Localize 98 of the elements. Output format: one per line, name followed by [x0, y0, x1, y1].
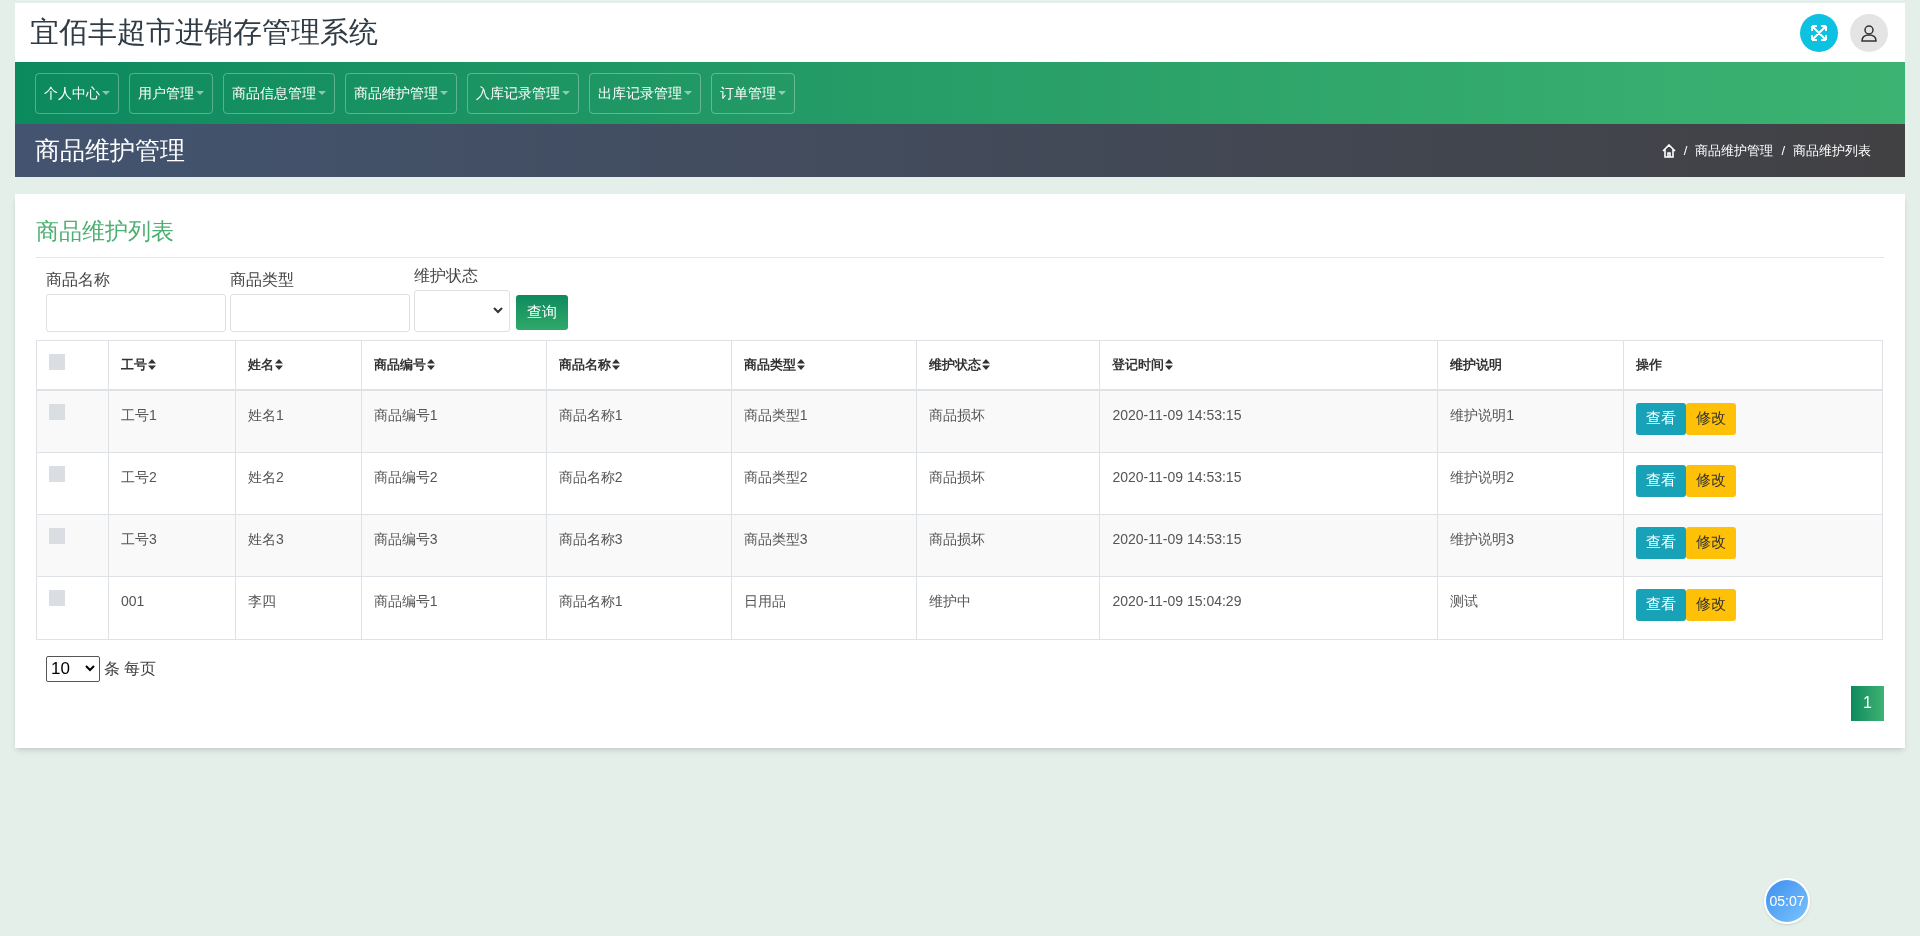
table-cell: 姓名1: [247, 406, 284, 423]
card-title: 商品维护列表: [36, 217, 175, 246]
timer-badge[interactable]: 05:07: [1764, 878, 1810, 924]
table-cell: 2020-11-09 14:53:15: [1112, 406, 1242, 423]
table-cell: 工号2: [120, 468, 157, 485]
breadcrumb-separator: /: [1683, 141, 1688, 160]
caret-icon: [440, 90, 448, 96]
table-cell: 商品名称3: [558, 530, 623, 547]
table-cell: 商品名称1: [558, 592, 623, 609]
caret-icon: [318, 90, 326, 96]
table-cell: 001: [120, 592, 145, 609]
sort-icon[interactable]: [611, 359, 620, 370]
table-cell: 维护说明3: [1450, 530, 1515, 547]
breadcrumb-current: 商品维护列表: [1793, 141, 1871, 160]
table-cell: 2020-11-09 14:53:15: [1112, 468, 1242, 485]
table-cell: 测试: [1450, 592, 1479, 609]
table-cell: 2020-11-09 15:04:29: [1112, 592, 1242, 609]
checkbox[interactable]: [49, 589, 65, 606]
edit-button[interactable]: 修改: [1686, 464, 1737, 497]
table-cell: 商品类型1: [743, 406, 808, 423]
table-cell: 商品类型3: [743, 530, 808, 547]
view-button[interactable]: 查看: [1636, 526, 1687, 559]
table-cell: 2020-11-09 14:53:15: [1112, 530, 1242, 547]
table-cell: 李四: [247, 592, 276, 609]
page-title: 商品维护管理: [35, 134, 185, 166]
edit-button[interactable]: 修改: [1686, 402, 1737, 435]
table-cell: 日用品: [743, 592, 786, 609]
caret-icon: [102, 90, 110, 96]
column-header: 维护说明: [1450, 355, 1503, 374]
table-cell: 姓名2: [247, 468, 284, 485]
filter-label: 商品名称: [46, 269, 111, 290]
nav-menu[interactable]: 个人中心: [35, 72, 119, 114]
page-size-select[interactable]: 10: [46, 655, 100, 682]
expand-icon: [1810, 23, 1828, 42]
column-header[interactable]: 商品类型: [743, 354, 796, 375]
table-cell: 工号1: [120, 406, 157, 423]
table-cell: 维护中: [928, 592, 971, 609]
table-cell: 维护说明2: [1450, 468, 1515, 485]
breadcrumb-separator: /: [1781, 141, 1785, 160]
table-cell: 商品编号2: [373, 468, 438, 485]
filter-label: 维护状态: [414, 265, 479, 286]
column-header[interactable]: 工号: [120, 354, 147, 375]
sort-icon[interactable]: [796, 359, 805, 370]
table-cell: 工号3: [120, 530, 157, 547]
app-title: 宜佰丰超市进销存管理系统: [30, 14, 378, 50]
home-icon[interactable]: [1661, 143, 1676, 158]
search-button[interactable]: 查询: [516, 294, 568, 330]
nav-menu[interactable]: 出库记录管理: [589, 72, 701, 114]
checkbox[interactable]: [49, 465, 65, 482]
edit-button[interactable]: 修改: [1686, 588, 1737, 621]
table-cell: 商品损坏: [928, 530, 985, 547]
view-button[interactable]: 查看: [1636, 588, 1687, 621]
table-cell: 维护说明1: [1450, 406, 1515, 423]
text-input[interactable]: [46, 293, 226, 332]
breadcrumb-link[interactable]: 商品维护管理: [1695, 140, 1774, 161]
table-cell: 商品编号1: [373, 592, 438, 609]
chevron-down-icon: [493, 307, 503, 314]
nav-menu[interactable]: 商品维护管理: [345, 72, 457, 114]
table-cell: 姓名3: [247, 530, 284, 547]
table-cell: 商品名称2: [558, 468, 623, 485]
checkbox[interactable]: [49, 403, 65, 420]
nav-menu[interactable]: 用户管理: [129, 72, 213, 114]
page-size-label: 条 每页: [104, 658, 157, 679]
column-header[interactable]: 维护状态: [928, 354, 981, 375]
sort-icon[interactable]: [147, 359, 156, 370]
caret-icon: [778, 90, 786, 96]
sort-icon[interactable]: [981, 359, 990, 370]
caret-icon: [196, 90, 204, 96]
column-header[interactable]: 商品编号: [373, 354, 426, 375]
table-cell: 商品损坏: [928, 468, 985, 485]
column-header[interactable]: 登记时间: [1112, 354, 1165, 375]
edit-button[interactable]: 修改: [1686, 526, 1737, 559]
checkbox[interactable]: [49, 527, 65, 544]
sort-icon[interactable]: [426, 359, 435, 370]
chevron-down-icon: [85, 665, 95, 672]
column-header[interactable]: 商品名称: [558, 354, 611, 375]
column-header[interactable]: 姓名: [247, 354, 274, 375]
table-cell: 商品类型2: [743, 468, 808, 485]
sort-icon[interactable]: [1165, 359, 1174, 370]
checkbox[interactable]: [49, 353, 65, 370]
caret-icon: [684, 90, 692, 96]
page-button[interactable]: 1: [1851, 685, 1884, 721]
nav-menu[interactable]: 商品信息管理: [223, 72, 335, 114]
sort-icon[interactable]: [274, 359, 283, 370]
table-cell: 商品编号3: [373, 530, 438, 547]
text-input[interactable]: [230, 293, 410, 332]
table-cell: 商品编号1: [373, 406, 438, 423]
table-cell: 商品名称1: [558, 406, 623, 423]
view-button[interactable]: 查看: [1636, 464, 1687, 497]
user-button[interactable]: [1850, 13, 1888, 52]
nav-menu[interactable]: 订单管理: [711, 72, 795, 114]
column-header: 操作: [1636, 355, 1663, 374]
filter-label: 商品类型: [230, 269, 295, 290]
view-button[interactable]: 查看: [1636, 402, 1687, 435]
user-icon: [1860, 23, 1878, 42]
nav-menu[interactable]: 入库记录管理: [467, 72, 579, 114]
caret-icon: [562, 90, 570, 96]
table-cell: 商品损坏: [928, 406, 985, 423]
